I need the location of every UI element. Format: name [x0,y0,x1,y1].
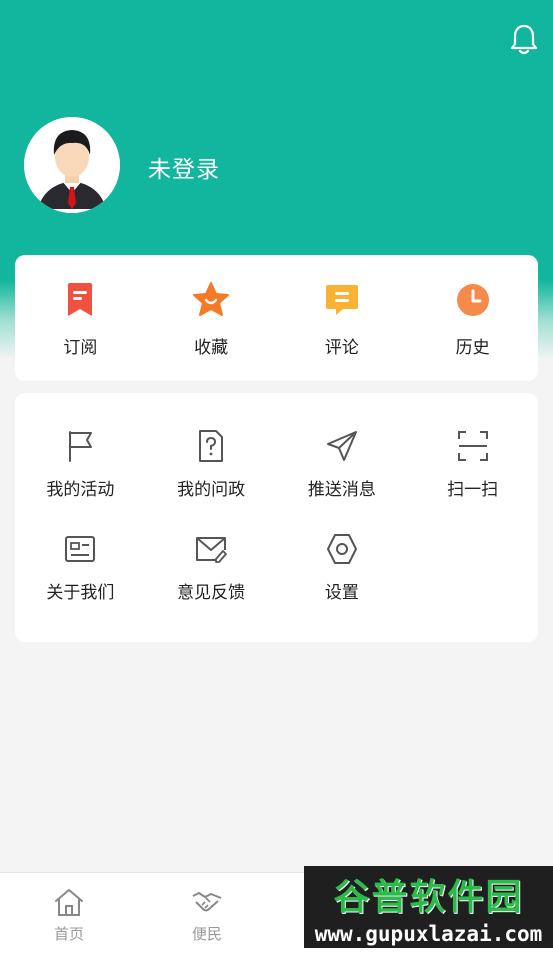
settings-item[interactable]: 设置 [277,532,408,603]
feedback-item[interactable]: 意见反馈 [146,532,277,603]
my-activities-item[interactable]: 我的活动 [15,429,146,500]
comments-label: 评论 [324,338,359,358]
star-icon [193,282,230,316]
my-inquiries-item[interactable]: 我的问政 [146,429,277,500]
scan-icon [457,431,488,461]
bookmark-icon [68,283,93,316]
id-card-icon [65,536,96,562]
mail-edit-icon [196,537,228,563]
watermark-title: 谷普软件园 [333,877,524,918]
subscribe-label: 订阅 [63,338,98,358]
history-button[interactable]: 历史 [407,255,538,381]
clock-icon [456,284,489,316]
question-doc-icon [199,430,224,462]
my-inquiries-label: 我的问政 [177,480,246,500]
watermark-logo: 谷普软件园 www.gupuxlazai.com [304,866,553,948]
bell-icon[interactable] [509,22,539,56]
menu-card: 我的活动 我的问政 推送消息 扫一扫 关于我们 意见反馈 设置 [15,393,538,642]
tab-services-label: 便民 [191,925,222,943]
history-label: 历史 [455,338,490,358]
watermark-url: www.gupuxlazai.com [314,922,543,946]
tab-services[interactable]: 便民 [167,887,247,944]
tab-home-label: 首页 [53,925,84,943]
tab-home[interactable]: 首页 [29,887,109,944]
push-messages-label: 推送消息 [307,480,376,500]
home-icon [55,889,83,916]
scan-item[interactable]: 扫一扫 [407,429,538,500]
send-icon [326,431,357,461]
hexagon-settings-icon [326,534,357,564]
scan-label: 扫一扫 [447,480,499,500]
flag-icon [69,431,93,462]
comment-icon [325,285,358,315]
quick-actions-card: 订阅 收藏 评论 历史 [15,255,538,381]
about-us-label: 关于我们 [46,583,115,603]
favorites-button[interactable]: 收藏 [146,255,277,381]
settings-label: 设置 [324,583,359,603]
handshake-icon [192,892,222,912]
comments-button[interactable]: 评论 [277,255,408,381]
favorites-label: 收藏 [194,338,229,358]
subscribe-button[interactable]: 订阅 [15,255,146,381]
my-activities-label: 我的活动 [46,480,115,500]
login-status[interactable]: 未登录 [148,150,220,184]
avatar[interactable] [24,117,120,213]
feedback-label: 意见反馈 [177,583,246,603]
push-messages-item[interactable]: 推送消息 [277,429,408,500]
about-us-item[interactable]: 关于我们 [15,532,146,603]
